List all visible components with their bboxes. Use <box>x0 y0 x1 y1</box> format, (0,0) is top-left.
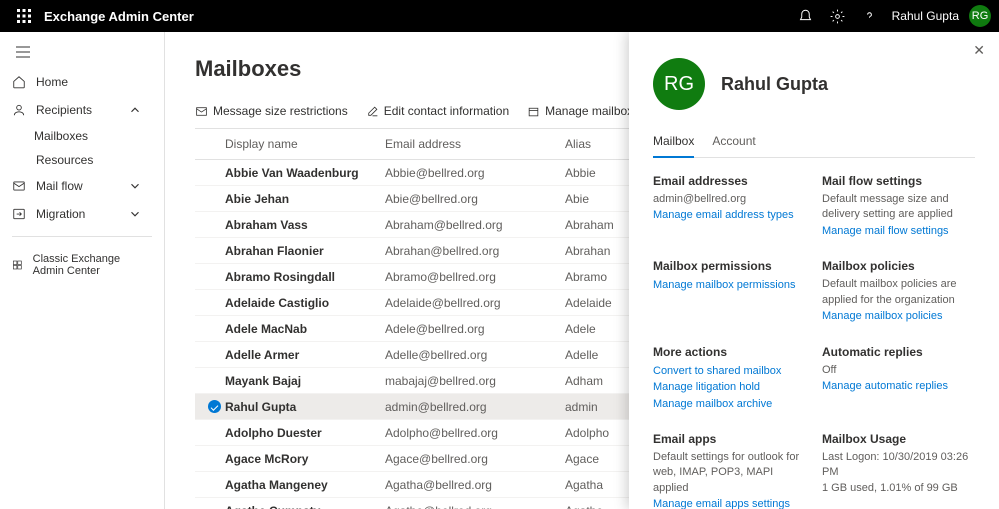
nav-migration-label: Migration <box>36 207 85 221</box>
toolbar-edit-contact[interactable]: Edit contact information <box>366 104 509 118</box>
row-email: Adolpho@bellred.org <box>385 426 565 440</box>
link-manage-auto-replies[interactable]: Manage automatic replies <box>822 378 975 395</box>
hamburger-icon[interactable] <box>0 36 164 68</box>
row-email: mabajaj@bellred.org <box>385 374 565 388</box>
section-mail-flow: Mail flow settings Default message size … <box>822 174 975 239</box>
row-email: Adelle@bellred.org <box>385 348 565 362</box>
toolbar-message-size[interactable]: Message size restrictions <box>195 104 348 118</box>
row-name: Abraham Vass <box>225 218 385 232</box>
row-name: Adele MacNab <box>225 322 385 336</box>
global-header: Exchange Admin Center Rahul Gupta RG <box>0 0 999 32</box>
row-email: Abbie@bellred.org <box>385 166 565 180</box>
col-header-email[interactable]: Email address <box>385 137 565 151</box>
row-email: Adelaide@bellred.org <box>385 296 565 310</box>
header-avatar[interactable]: RG <box>969 5 991 27</box>
row-email: admin@bellred.org <box>385 400 565 414</box>
row-email: Abraham@bellred.org <box>385 218 565 232</box>
nav-recipients-label: Recipients <box>36 103 92 117</box>
details-name: Rahul Gupta <box>721 74 828 95</box>
header-user-name[interactable]: Rahul Gupta <box>886 9 965 23</box>
nav-mail-flow-label: Mail flow <box>36 179 83 193</box>
tab-account[interactable]: Account <box>712 134 755 157</box>
row-name: Rahul Gupta <box>225 400 385 414</box>
nav-divider <box>12 236 152 237</box>
nav-migration[interactable]: Migration <box>0 200 164 228</box>
col-header-name[interactable]: Display name <box>225 137 385 151</box>
section-email-apps: Email apps Default settings for outlook … <box>653 432 806 509</box>
link-litigation-hold[interactable]: Manage litigation hold <box>653 379 806 396</box>
link-manage-mailbox-policies[interactable]: Manage mailbox policies <box>822 308 975 325</box>
row-name: Adolpho Duester <box>225 426 385 440</box>
close-icon[interactable]: ✕ <box>973 42 985 59</box>
nav-classic-eac[interactable]: Classic Exchange Admin Center <box>0 245 164 285</box>
app-title: Exchange Admin Center <box>44 9 194 24</box>
nav-classic-label: Classic Exchange Admin Center <box>33 253 152 277</box>
details-tabs: Mailbox Account <box>653 134 975 158</box>
link-manage-mail-flow[interactable]: Manage mail flow settings <box>822 223 975 240</box>
section-mailbox-usage: Mailbox Usage Last Logon: 10/30/2019 03:… <box>822 432 975 509</box>
row-name: Agatha Mangeney <box>225 478 385 492</box>
row-name: Mayank Bajaj <box>225 374 385 388</box>
link-manage-email-types[interactable]: Manage email address types <box>653 207 806 224</box>
row-email: Agatha@bellred.org <box>385 478 565 492</box>
section-auto-replies: Automatic replies Off Manage automatic r… <box>822 345 975 413</box>
link-mailbox-archive[interactable]: Manage mailbox archive <box>653 396 806 413</box>
row-email: Adele@bellred.org <box>385 322 565 336</box>
nav-recipients[interactable]: Recipients <box>0 96 164 124</box>
details-panel: ✕ RG Rahul Gupta Mailbox Account Email a… <box>629 32 999 509</box>
help-icon[interactable] <box>854 0 886 32</box>
nav-mailboxes[interactable]: Mailboxes <box>0 124 164 148</box>
link-manage-mailbox-permissions[interactable]: Manage mailbox permissions <box>653 277 806 294</box>
row-name: Abie Jehan <box>225 192 385 206</box>
chevron-down-icon <box>128 207 142 221</box>
link-manage-email-apps[interactable]: Manage email apps settings <box>653 496 806 509</box>
details-avatar: RG <box>653 58 705 110</box>
section-mailbox-permissions: Mailbox permissions Manage mailbox permi… <box>653 259 806 324</box>
row-email: Abrahan@bellred.org <box>385 244 565 258</box>
app-launcher-icon[interactable] <box>8 0 40 32</box>
row-name: Abbie Van Waadenburg <box>225 166 385 180</box>
section-email-addresses: Email addresses admin@bellred.org Manage… <box>653 174 806 239</box>
nav-home-label: Home <box>36 75 68 89</box>
row-name: Agace McRory <box>225 452 385 466</box>
nav-mail-flow[interactable]: Mail flow <box>0 172 164 200</box>
row-email: Agace@bellred.org <box>385 452 565 466</box>
row-name: Adelaide Castiglio <box>225 296 385 310</box>
notifications-icon[interactable] <box>790 0 822 32</box>
chevron-down-icon <box>128 179 142 193</box>
row-name: Abrahan Flaonier <box>225 244 385 258</box>
tab-mailbox[interactable]: Mailbox <box>653 134 694 158</box>
row-check[interactable] <box>203 400 225 413</box>
row-name: Adelle Armer <box>225 348 385 362</box>
row-email: Abie@bellred.org <box>385 192 565 206</box>
nav-resources[interactable]: Resources <box>0 148 164 172</box>
section-mailbox-policies: Mailbox policies Default mailbox policie… <box>822 259 975 324</box>
row-email: Abramo@bellred.org <box>385 270 565 284</box>
row-email: Agathe@bellred.org <box>385 504 565 509</box>
link-convert-shared[interactable]: Convert to shared mailbox <box>653 363 806 380</box>
section-more-actions: More actions Convert to shared mailbox M… <box>653 345 806 413</box>
settings-icon[interactable] <box>822 0 854 32</box>
row-name: Abramo Rosingdall <box>225 270 385 284</box>
chevron-up-icon <box>128 103 142 117</box>
sidebar: Home Recipients Mailboxes Resources Mail… <box>0 32 165 509</box>
nav-home[interactable]: Home <box>0 68 164 96</box>
row-name: Agathe Cumpsty <box>225 504 385 509</box>
